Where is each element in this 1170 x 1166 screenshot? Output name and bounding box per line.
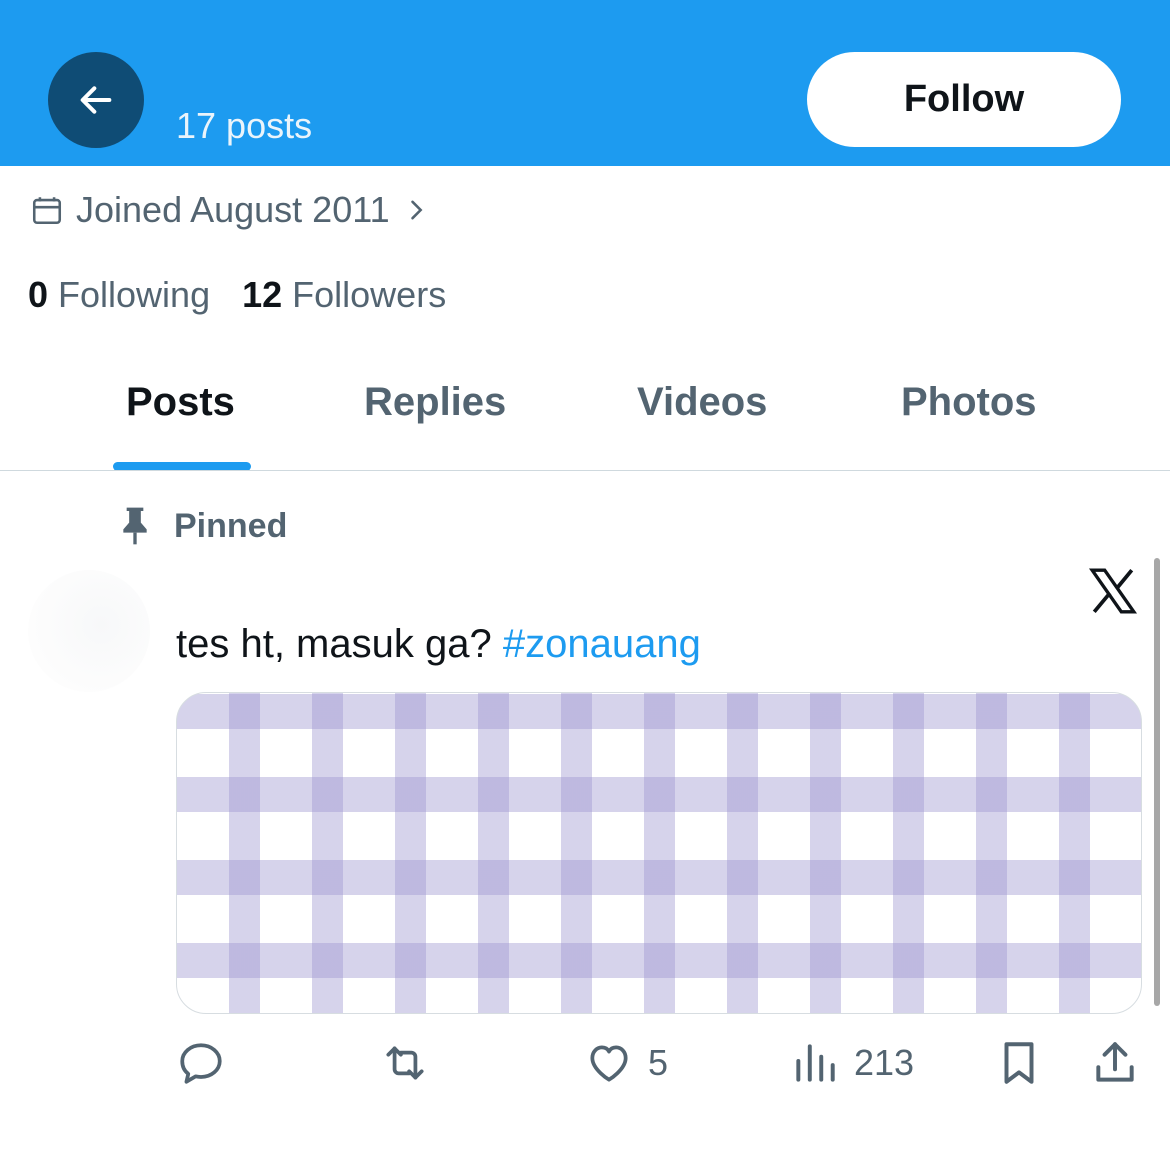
following-count: 0	[28, 274, 49, 315]
tab-videos[interactable]: Videos	[637, 380, 767, 425]
follow-stats: 0 Following 12 Followers	[28, 274, 446, 316]
tab-posts[interactable]: Posts	[126, 380, 235, 425]
analytics-icon	[796, 1044, 835, 1082]
header-bar: 17 posts Follow	[0, 0, 1170, 166]
profile-tabs: Posts Replies Videos Photos	[0, 360, 1170, 470]
heart-icon	[590, 1045, 628, 1082]
tabs-divider	[0, 470, 1170, 471]
joined-text: Joined August 2011	[76, 189, 390, 230]
x-logo-icon[interactable]	[1087, 566, 1139, 616]
joined-date[interactable]: Joined August 2011	[30, 186, 430, 234]
pin-icon	[123, 507, 147, 545]
tab-replies[interactable]: Replies	[364, 380, 506, 425]
hashtag-link[interactable]: #zonauang	[503, 622, 701, 666]
pinned-label: Pinned	[118, 506, 287, 546]
back-button[interactable]	[48, 52, 144, 148]
post-count: 17 posts	[176, 105, 313, 146]
follow-button[interactable]: Follow	[807, 52, 1121, 147]
followers-label: Followers	[292, 274, 447, 315]
reply-button[interactable]	[176, 1038, 226, 1088]
chevron-right-icon	[410, 200, 423, 220]
arrow-left-icon	[80, 86, 112, 114]
scrollbar[interactable]	[1154, 558, 1160, 1006]
calendar-icon	[32, 197, 62, 225]
bookmark-button[interactable]	[994, 1038, 1044, 1088]
bookmark-icon	[1004, 1042, 1034, 1084]
reply-icon	[180, 1043, 222, 1084]
post-image[interactable]	[176, 692, 1142, 1014]
followers-link[interactable]: 12 Followers	[242, 274, 446, 316]
share-button[interactable]	[1090, 1038, 1140, 1088]
post-text: tes ht, masuk ga? #zonauang	[176, 620, 701, 668]
following-label: Following	[58, 274, 211, 315]
followers-count: 12	[242, 274, 283, 315]
post-actions: 5 213	[0, 1030, 1170, 1100]
repost-button[interactable]	[380, 1038, 430, 1088]
tab-photos[interactable]: Photos	[901, 380, 1037, 425]
avatar[interactable]	[28, 570, 150, 692]
like-count: 5	[648, 1042, 669, 1083]
share-icon	[1096, 1042, 1134, 1082]
view-count: 213	[854, 1042, 915, 1083]
views-button[interactable]: 213	[790, 1038, 914, 1088]
pinned-text: Pinned	[174, 506, 288, 545]
following-link[interactable]: 0 Following	[28, 274, 210, 316]
repost-icon	[386, 1046, 424, 1080]
like-button[interactable]: 5	[584, 1038, 668, 1088]
post-body: tes ht, masuk ga?	[176, 622, 492, 666]
